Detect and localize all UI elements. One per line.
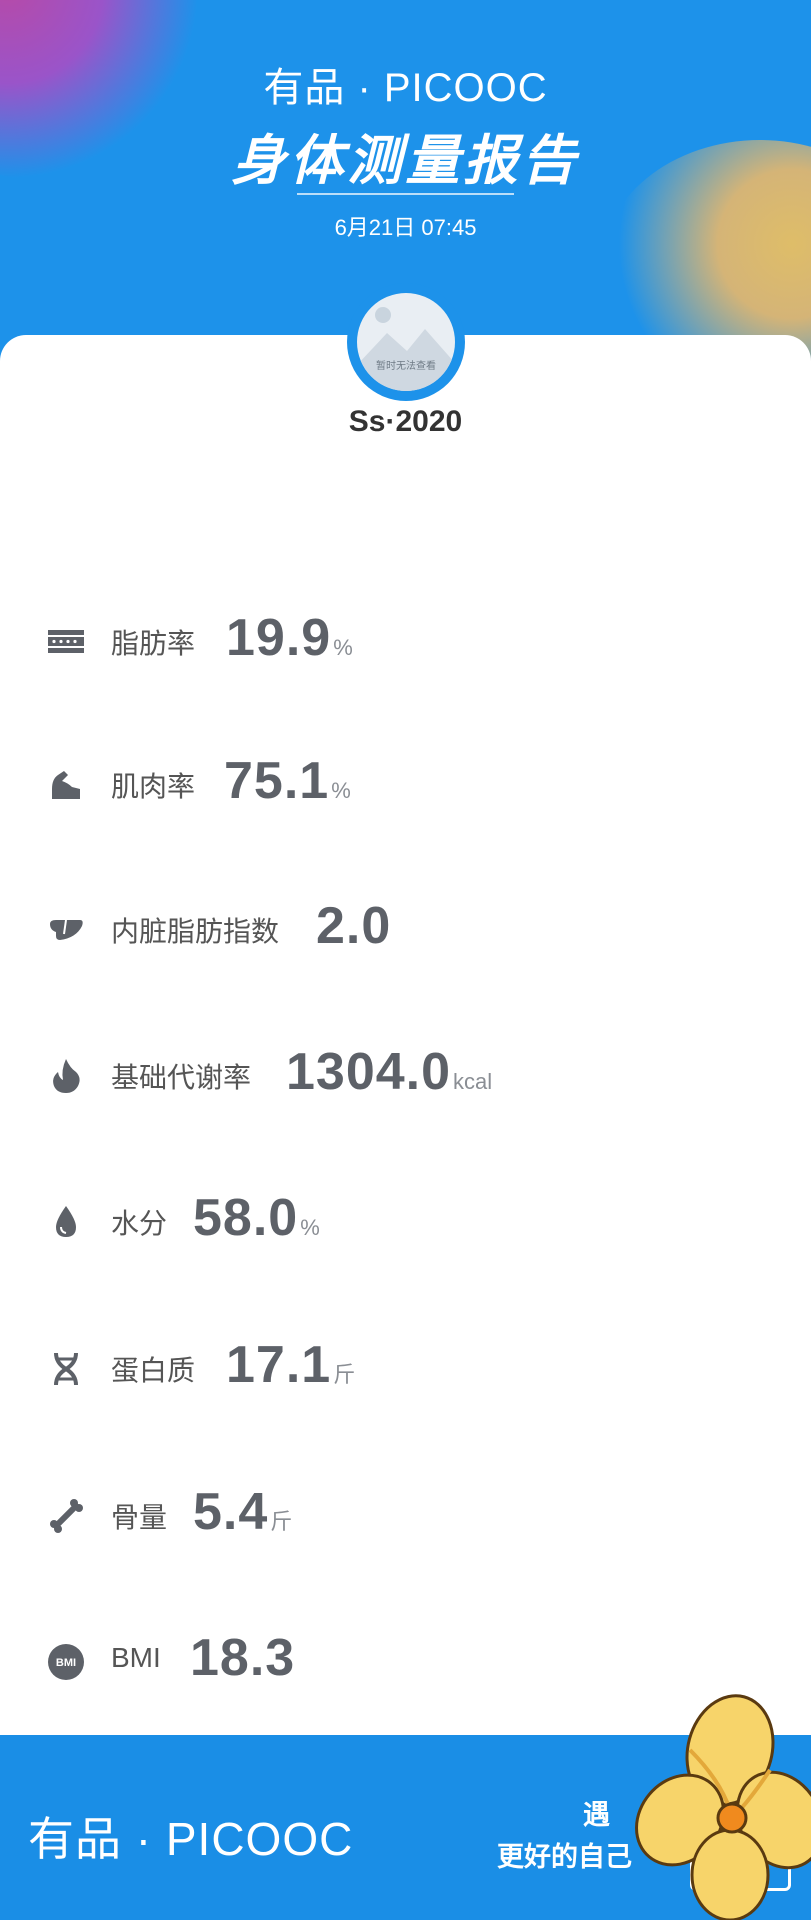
- metric-row-water[interactable]: 水分 58.0%: [0, 1182, 811, 1262]
- metric-label: 水分: [111, 1208, 168, 1239]
- water-drop-icon: [46, 1202, 86, 1242]
- metric-value-group: 19.9%: [226, 608, 353, 668]
- metric-value: 5.4: [193, 1483, 269, 1541]
- metric-unit: 斤: [270, 1509, 293, 1534]
- metric-label: 骨量: [111, 1502, 168, 1533]
- metric-value-group: 1304.0kcal: [286, 1042, 492, 1102]
- metric-row-muscle[interactable]: 肌肉率 75.1%: [0, 745, 811, 825]
- metric-label: 蛋白质: [111, 1355, 196, 1386]
- metric-value-group: 17.1斤: [226, 1335, 355, 1395]
- metric-unit: %: [300, 1215, 320, 1240]
- avatar[interactable]: 暂时无法查看: [357, 293, 455, 391]
- metric-value-group: 75.1%: [224, 751, 351, 811]
- metric-label: BMI: [111, 1642, 161, 1673]
- metric-value-group: 5.4斤: [193, 1482, 292, 1542]
- metric-unit: kcal: [453, 1069, 493, 1094]
- measure-date: 6月21日 07:45: [334, 215, 477, 240]
- metric-value: 75.1: [224, 752, 330, 810]
- metric-unit: 斤: [333, 1362, 356, 1387]
- dna-icon: [46, 1349, 86, 1389]
- metric-value: 19.9: [226, 609, 332, 667]
- bmi-badge-icon: BMI: [46, 1642, 86, 1682]
- metric-row-bone[interactable]: 骨量 5.4斤: [0, 1476, 811, 1556]
- image-placeholder-icon: [357, 307, 455, 391]
- fat-layer-icon: [46, 622, 86, 662]
- metric-row-bmr[interactable]: 基础代谢率 1304.0kcal: [0, 1036, 811, 1116]
- username: Ss·2020: [348, 405, 463, 438]
- metric-value-group: 58.0%: [193, 1188, 320, 1248]
- footer-brand-logo: 有品 · PICOOC: [28, 1813, 354, 1865]
- bmi-badge-text: BMI: [56, 1657, 76, 1669]
- metric-row-fat[interactable]: 脂肪率 19.9%: [0, 602, 811, 682]
- metric-value-group: 2.0: [316, 896, 393, 956]
- metric-label: 基础代谢率: [111, 1062, 252, 1093]
- metric-row-protein[interactable]: 蛋白质 17.1斤: [0, 1329, 811, 1409]
- metric-value: 58.0: [193, 1189, 299, 1247]
- muscle-arm-icon: [46, 765, 86, 805]
- metric-label: 内脏脂肪指数: [111, 916, 280, 947]
- bone-icon: [46, 1496, 86, 1536]
- metric-label: 脂肪率: [111, 628, 196, 659]
- footer-slogan-line2: 更好的自己: [497, 1842, 632, 1872]
- liver-organ-icon: [46, 910, 86, 950]
- metric-value: 1304.0: [286, 1043, 452, 1101]
- title-divider: [297, 193, 514, 195]
- metric-unit: %: [333, 635, 353, 660]
- metric-unit: %: [331, 778, 351, 803]
- metric-value-group: 18.3: [190, 1628, 297, 1688]
- flower-sticker-icon: [635, 1694, 811, 1920]
- avatar-caption: 暂时无法查看: [376, 361, 436, 372]
- metric-row-visceral-fat[interactable]: 内脏脂肪指数 2.0: [0, 890, 811, 970]
- footer-slogan-line1: 遇: [583, 1800, 610, 1830]
- metric-value: 2.0: [316, 897, 392, 955]
- report-page: 有品 · PICOOC 身体测量报告 6月21日 07:45 暂时无法查看 Ss…: [0, 0, 811, 1920]
- page-title: 身体测量报告: [231, 131, 580, 191]
- flame-icon: [46, 1056, 86, 1096]
- metric-value: 17.1: [226, 1336, 332, 1394]
- metric-label: 肌肉率: [111, 771, 196, 802]
- brand-logo: 有品 · PICOOC: [263, 66, 548, 110]
- metric-value: 18.3: [190, 1629, 296, 1687]
